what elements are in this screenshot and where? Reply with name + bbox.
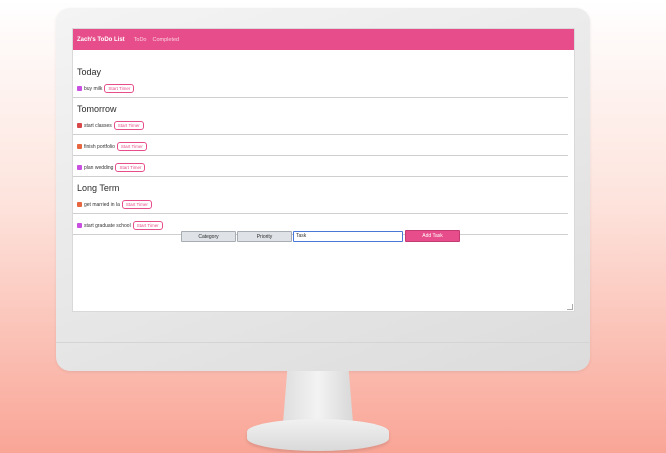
divider bbox=[73, 97, 568, 98]
task-name: plan wedding bbox=[84, 164, 114, 171]
category-dropdown-button[interactable]: Category bbox=[181, 230, 236, 242]
category-color-swatch bbox=[77, 202, 82, 207]
start-timer-button[interactable]: Start Timer bbox=[104, 84, 135, 93]
divider bbox=[73, 134, 568, 135]
task-row: start classes Start Timer bbox=[77, 120, 570, 131]
nav-link-todo[interactable]: ToDo bbox=[134, 37, 147, 43]
divider bbox=[73, 176, 568, 177]
app-window: Zach's ToDo List ToDo Completed Today bu… bbox=[72, 28, 575, 312]
start-timer-button[interactable]: Start Timer bbox=[115, 163, 146, 172]
category-color-swatch bbox=[77, 144, 82, 149]
category-color-swatch bbox=[77, 123, 82, 128]
task-name: buy milk bbox=[84, 85, 103, 92]
monitor-stand-base bbox=[247, 419, 389, 451]
task-row: buy milk Start Timer bbox=[77, 83, 570, 94]
task-name: get married in la bbox=[84, 201, 120, 208]
start-timer-button[interactable]: Start Timer bbox=[132, 221, 163, 230]
monitor-chin bbox=[56, 342, 590, 343]
section-heading-tomorrow: Tomorrow bbox=[77, 104, 117, 114]
monitor-stand-neck bbox=[283, 371, 353, 423]
task-row: get married in la Start Timer bbox=[77, 199, 570, 210]
task-input[interactable]: Task bbox=[293, 230, 403, 242]
task-row: plan wedding Start Timer bbox=[77, 162, 570, 173]
priority-dropdown-button[interactable]: Priority bbox=[237, 230, 292, 242]
navbar: Zach's ToDo List ToDo Completed bbox=[73, 29, 574, 50]
task-list: Today buy milk Start Timer Tomorrow star… bbox=[73, 67, 574, 235]
divider bbox=[73, 155, 568, 156]
task-name: start classes bbox=[84, 122, 112, 129]
task-name: start graduate school bbox=[84, 222, 131, 229]
add-task-form: Category Priority Task Add Task bbox=[181, 230, 460, 242]
task-name: finish portfolio bbox=[84, 143, 115, 150]
category-color-swatch bbox=[77, 165, 82, 170]
nav-link-completed[interactable]: Completed bbox=[153, 37, 180, 43]
category-color-swatch bbox=[77, 223, 82, 228]
category-color-swatch bbox=[77, 86, 82, 91]
section-heading-today: Today bbox=[77, 67, 102, 77]
start-timer-button[interactable]: Start Timer bbox=[116, 142, 147, 151]
section-heading-long-term: Long Term bbox=[77, 183, 120, 193]
start-timer-button[interactable]: Start Timer bbox=[113, 121, 144, 130]
brand-title[interactable]: Zach's ToDo List bbox=[77, 37, 125, 43]
add-task-button[interactable]: Add Task bbox=[405, 230, 460, 242]
task-row: finish portfolio Start Timer bbox=[77, 141, 570, 152]
start-timer-button[interactable]: Start Timer bbox=[121, 200, 152, 209]
divider bbox=[73, 213, 568, 214]
resize-grip-icon[interactable] bbox=[567, 304, 573, 310]
